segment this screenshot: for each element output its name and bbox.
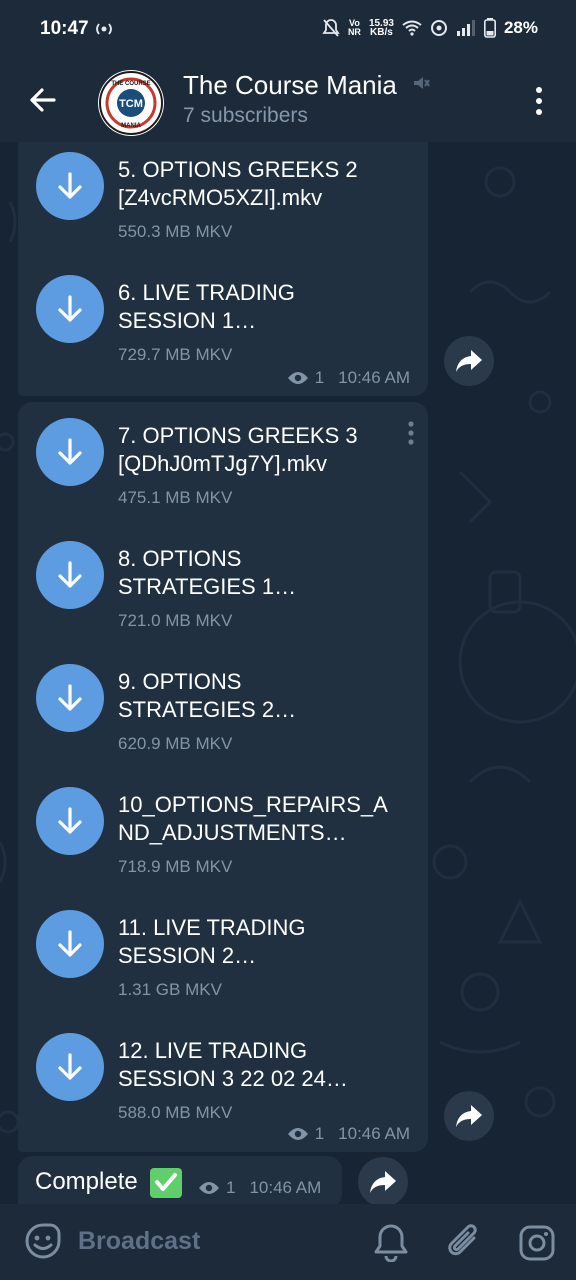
file-name: 9. OPTIONS STRATEGIES 2… [118,669,297,722]
download-icon [58,930,82,957]
download-icon [58,172,82,199]
bell-icon [374,1224,408,1263]
message-text: Complete [35,1168,138,1195]
view-count: 1 [314,368,325,387]
file-size: 550.3 MB MKV [118,222,233,241]
text-message-bubble[interactable]: Complete 1 10:46 AM [18,1156,342,1208]
download-icon [58,295,82,322]
hotspot-icon [94,20,114,40]
channel-avatar[interactable]: TCM THE COURSE MANIA [98,70,164,136]
volte-indicator: Vo NR [347,18,361,37]
dnd-off-icon [322,19,340,37]
net-speed: 15.93 KB/s [368,18,394,38]
file-size: 475.1 MB MKV [118,488,233,507]
download-icon [58,438,82,465]
avatar-initials: TCM [119,98,143,110]
menu-dots-icon [536,87,542,115]
menu-button[interactable] [524,84,554,118]
file-item[interactable]: 8. OPTIONS STRATEGIES 1… 721.0 MB MKV [18,541,428,651]
download-button[interactable] [36,275,104,343]
bottom-bar: Broadcast [0,1204,576,1280]
forward-button[interactable] [444,1091,494,1141]
file-size: 718.9 MB MKV [118,857,233,876]
file-name: 5. OPTIONS GREEKS 2 [Z4vcRMO5XZI].mkv [118,157,358,210]
file-name: 12. LIVE TRADING SESSION 3 22 02 24… [118,1038,348,1091]
file-item[interactable]: 9. OPTIONS STRATEGIES 2… 620.9 MB MKV [18,664,428,774]
cell-signal-icon [456,20,475,36]
message-footer: 1 10:46 AM [198,1178,321,1198]
file-name: 7. OPTIONS GREEKS 3 [QDhJ0mTJg7Y].mkv [118,423,358,476]
file-size: 1.31 GB MKV [118,980,222,999]
battery-icon [483,18,496,38]
battery-percent: 28% [503,18,538,37]
download-button[interactable] [36,152,104,220]
avatar-top-text: THE COURSE [111,81,150,87]
message-time: 10:46 AM [338,1124,410,1143]
forward-button[interactable] [444,336,494,386]
paperclip-icon [448,1224,477,1256]
notifications-button[interactable] [372,1222,410,1267]
file-item[interactable]: 10_OPTIONS_REPAIRS_A ND_ADJUSTMENTS… 718… [18,787,428,897]
file-item[interactable]: 5. OPTIONS GREEKS 2 [Z4vcRMO5XZI].mkv 55… [18,152,428,262]
mute-icon [412,74,430,97]
download-icon [58,684,82,711]
file-size: 620.9 MB MKV [118,734,233,753]
download-button[interactable] [36,418,104,486]
file-name: 8. OPTIONS STRATEGIES 1… [118,546,297,599]
broadcast-label[interactable]: Broadcast [78,1227,200,1256]
eye-icon [287,1128,308,1140]
status-icons: Vo NR 15.93 KB/s 28% [322,18,538,38]
view-count: 1 [226,1178,236,1197]
emoji-button[interactable] [24,1222,62,1265]
instagram-icon [519,1225,555,1261]
check-icon [148,1164,184,1205]
file-size: 588.0 MB MKV [118,1103,233,1122]
forward-icon [370,1171,396,1193]
view-count: 1 [314,1124,325,1143]
download-button[interactable] [36,1033,104,1101]
file-size: 729.7 MB MKV [118,345,233,364]
status-time: 10:47 [40,18,89,39]
eye-icon [199,1182,219,1194]
message-time: 10:46 AM [338,368,410,387]
eye-icon [287,372,308,384]
chat-header: TCM THE COURSE MANIA The Course Mania 7 … [0,60,576,142]
message-footer: 1 10:46 AM [287,368,410,388]
message-time: 10:46 AM [249,1178,322,1197]
message-footer: 1 10:46 AM [287,1124,410,1144]
emoji-icon [25,1223,61,1259]
download-icon [58,1053,82,1080]
attach-button[interactable] [446,1222,484,1267]
wifi-icon [402,20,422,36]
download-button[interactable] [36,787,104,855]
hotspot-signal-icon [430,20,447,36]
avatar-bottom-text: MANIA [121,123,141,129]
forward-icon [456,350,482,372]
camera-button[interactable] [518,1224,556,1267]
file-name: 11. LIVE TRADING SESSION 2… [118,915,306,968]
download-button[interactable] [36,664,104,732]
file-item[interactable]: 11. LIVE TRADING SESSION 2… 1.31 GB MKV [18,910,428,1020]
file-name: 10_OPTIONS_REPAIRS_A ND_ADJUSTMENTS… [118,792,388,845]
download-button[interactable] [36,910,104,978]
download-button[interactable] [36,541,104,609]
back-arrow-icon [30,88,56,112]
forward-button[interactable] [358,1157,408,1207]
download-icon [58,561,82,588]
file-item[interactable]: 7. OPTIONS GREEKS 3 [QDhJ0mTJg7Y].mkv 47… [18,418,428,528]
subscriber-count: 7 subscribers [183,104,308,127]
file-name: 6. LIVE TRADING SESSION 1… [118,280,295,333]
download-icon [58,807,82,834]
channel-title[interactable]: The Course Mania [183,70,397,101]
message-bubble[interactable]: 7. OPTIONS GREEKS 3 [QDhJ0mTJg7Y].mkv 47… [18,402,428,1152]
message-bubble[interactable]: 5. OPTIONS GREEKS 2 [Z4vcRMO5XZI].mkv 55… [18,142,428,396]
status-bar: 10:47 Vo NR 15.93 KB/s 28% [0,0,576,60]
file-size: 721.0 MB MKV [118,611,233,630]
forward-icon [456,1105,482,1127]
back-button[interactable] [24,80,64,120]
